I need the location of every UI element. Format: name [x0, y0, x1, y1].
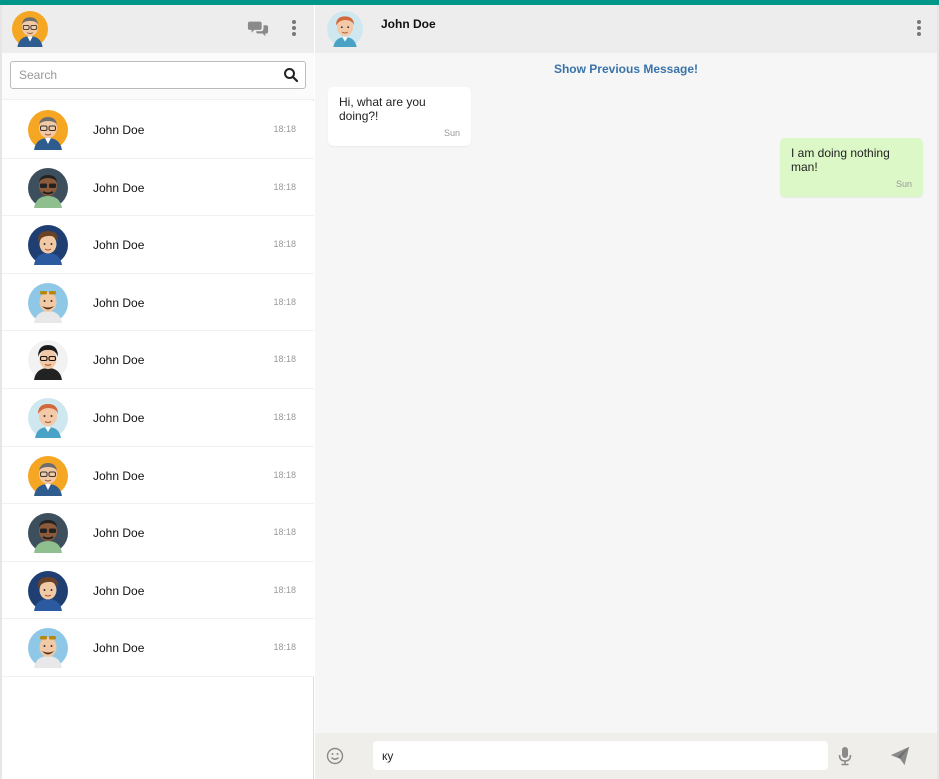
avatar[interactable] — [12, 11, 48, 47]
show-previous-link[interactable]: Show Previous Message! — [315, 62, 937, 76]
contact-item[interactable]: John Doe 18:18 — [2, 158, 314, 217]
sidebar-header — [2, 5, 314, 53]
contact-item[interactable]: John Doe 18:18 — [2, 331, 314, 389]
contact-name: John Doe — [93, 526, 145, 541]
contact-time: 18:18 — [273, 527, 296, 538]
contact-avatar — [28, 282, 68, 323]
contact-item[interactable]: John Doe 18:18 — [2, 101, 314, 159]
contact-time: 18:18 — [273, 239, 296, 250]
contact-name: John Doe — [93, 641, 145, 656]
contact-item[interactable]: John Doe 18:18 — [2, 216, 314, 274]
contact-time: 18:18 — [273, 642, 296, 653]
message-incoming: Hi, what are you doing?! Sun — [328, 87, 471, 146]
contact-time: 18:18 — [273, 181, 296, 192]
message-field — [373, 741, 828, 770]
conversation-panel: John Doe Show Previous Message! Hi, what… — [315, 5, 937, 779]
contact-name: John Doe — [93, 238, 145, 253]
message-input[interactable] — [382, 746, 817, 766]
microphone-icon[interactable] — [837, 746, 853, 766]
contact-item[interactable]: John Doe 18:18 — [2, 446, 314, 505]
contact-avatar — [28, 570, 68, 611]
search-box — [10, 61, 306, 89]
contact-list: John Doe 18:18 John Doe 18:18 John Doe 18:18 J… — [2, 101, 314, 677]
contact-time: 18:18 — [273, 354, 296, 365]
contact-time: 18:18 — [273, 469, 296, 480]
contact-time: 18:18 — [273, 411, 296, 422]
contact-item[interactable]: John Doe 18:18 — [2, 619, 314, 677]
contact-name: John Doe — [93, 295, 145, 310]
contact-time: 18:18 — [273, 124, 296, 134]
contact-time: 18:18 — [273, 584, 296, 595]
contact-name: John Doe — [93, 353, 145, 368]
contact-avatar — [28, 167, 68, 208]
contact-item[interactable]: John Doe 18:18 — [2, 504, 314, 562]
more-vertical-icon[interactable] — [911, 17, 927, 39]
search-bar — [2, 53, 314, 100]
contact-time: 18:18 — [273, 296, 296, 307]
contact-avatar — [28, 340, 68, 381]
contact-item[interactable]: John Doe 18:18 — [2, 388, 314, 447]
send-icon[interactable] — [889, 745, 911, 767]
contact-item[interactable]: John Doe 18:18 — [2, 561, 314, 620]
contact-name: John Doe — [93, 583, 145, 598]
contact-avatar — [28, 110, 68, 150]
chat-app: John Doe18:18John Doe18:18John Doe18:18J… — [2, 5, 937, 779]
message-time: Sun — [443, 128, 460, 138]
contact-avatar — [28, 455, 68, 496]
message-text: Hi, what are you doing?! — [339, 95, 426, 123]
contact-avatar — [28, 225, 68, 266]
contact-avatar[interactable] — [327, 11, 363, 47]
contact-name: John Doe — [93, 410, 145, 425]
contact-avatar — [28, 628, 68, 669]
more-vertical-icon[interactable] — [286, 17, 302, 39]
contact-name: John Doe — [93, 180, 145, 195]
conversation-header: John Doe — [315, 5, 937, 53]
message-time: Sun — [895, 179, 912, 189]
compose-bar — [315, 733, 937, 779]
message-outgoing: I am doing nothing man! Sun — [780, 138, 923, 197]
contact-name: John Doe — [93, 468, 145, 483]
sidebar: John Doe18:18John Doe18:18John Doe18:18J… — [2, 5, 314, 779]
contact-item[interactable]: John Doe 18:18 — [2, 273, 314, 332]
contact-avatar — [28, 397, 68, 438]
search-input[interactable] — [19, 65, 274, 85]
chat-bubbles-icon[interactable] — [247, 17, 269, 39]
contact-name: John Doe — [93, 123, 145, 137]
search-icon[interactable] — [283, 67, 299, 83]
message-text: I am doing nothing man! — [791, 146, 890, 174]
emoji-icon[interactable] — [326, 747, 344, 765]
contact-avatar — [28, 513, 68, 554]
conversation-title: John Doe — [381, 17, 436, 31]
